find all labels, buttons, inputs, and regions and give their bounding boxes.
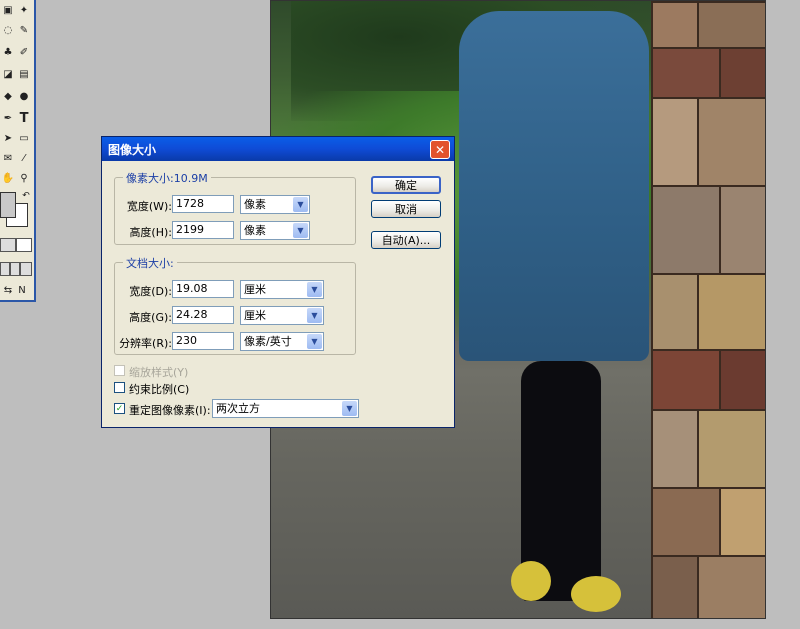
resolution-label: 分辨率(R): [119,337,172,350]
path-select-icon[interactable]: ➤ [0,130,16,146]
pixel-width-unit: 像素 [244,198,266,211]
pixel-width-input[interactable]: 1728 [172,195,234,213]
image-size-dialog: 图像大小 ✕ 像素大小:10.9M 宽度(W): 1728 像素 ▼ 高度(H)… [101,136,455,428]
lasso-icon[interactable]: ◌ [0,22,16,38]
auto-button[interactable]: 自动(A)... [371,231,441,249]
photo-shoe [571,576,621,612]
chevron-down-icon[interactable]: ▼ [307,308,322,323]
quick-mask-icon[interactable] [16,238,32,252]
photo-shoe [511,561,551,601]
scale-styles-label: 缩放样式(Y) [129,366,189,379]
gradient-icon[interactable]: ▤ [16,66,32,82]
blur-icon[interactable]: ◆ [0,88,16,104]
resample-checkbox[interactable]: ✓ [114,403,125,414]
foreground-color-swatch[interactable] [0,192,16,218]
dialog-titlebar[interactable]: 图像大小 ✕ [102,137,454,161]
magic-wand-icon[interactable]: ✦ [16,2,32,18]
pixel-height-label: 高度(H): [129,226,172,239]
resample-label: 重定图像像素(I): [129,404,211,417]
dialog-title: 图像大小 [108,143,157,157]
brush-icon[interactable]: ✎ [16,22,32,38]
resample-method-select[interactable]: 两次立方 ▼ [212,399,359,418]
resolution-unit: 像素/英寸 [244,335,292,348]
pixel-height-unit: 像素 [244,224,266,237]
pixel-dimensions-legend: 像素大小:10.9M [123,170,211,186]
chevron-down-icon[interactable]: ▼ [293,197,308,212]
doc-width-unit: 厘米 [244,283,266,296]
pixel-width-label: 宽度(W): [126,200,172,213]
swap-colors-icon[interactable]: ↶ [18,188,34,204]
doc-height-unit: 厘米 [244,309,266,322]
doc-width-unit-select[interactable]: 厘米 ▼ [240,280,324,299]
tools-palette: ▣ ✦ ◌ ✎ ♣ ✐ ◪ ▤ ◆ ● ✒ T ➤ ▭ ✉ ⁄ ✋ ⚲ ↶ ⇆ … [0,0,36,302]
screen-mode-full-icon[interactable] [20,262,32,276]
dodge-icon[interactable]: ● [16,88,32,104]
pen-icon[interactable]: ✒ [0,110,16,126]
chevron-down-icon[interactable]: ▼ [307,282,322,297]
workspace: ▣ ✦ ◌ ✎ ♣ ✐ ◪ ▤ ◆ ● ✒ T ➤ ▭ ✉ ⁄ ✋ ⚲ ↶ ⇆ … [0,0,800,629]
doc-height-label: 高度(G): [129,311,172,324]
constrain-proportions-checkbox[interactable] [114,382,125,393]
eraser-icon[interactable]: ◪ [0,66,16,82]
imageready-icon[interactable]: N [14,282,30,298]
doc-width-label: 宽度(D): [129,285,172,298]
photo-brick-pillar [651,1,765,618]
resample-method: 两次立方 [216,402,260,415]
constrain-proportions-label: 约束比例(C) [129,383,190,396]
resolution-input[interactable]: 230 [172,332,234,350]
standard-mode-icon[interactable] [0,238,16,252]
doc-width-input[interactable]: 19.08 [172,280,234,298]
pixel-height-input[interactable]: 2199 [172,221,234,239]
photo-person-dress [459,11,649,361]
close-icon[interactable]: ✕ [430,140,450,159]
chevron-down-icon[interactable]: ▼ [342,401,357,416]
pixel-height-unit-select[interactable]: 像素 ▼ [240,221,310,240]
doc-height-input[interactable]: 24.28 [172,306,234,324]
screen-mode-menu-icon[interactable] [10,262,20,276]
history-brush-icon[interactable]: ✐ [16,44,32,60]
zoom-icon[interactable]: ⚲ [16,170,32,186]
rectangle-icon[interactable]: ▭ [16,130,32,146]
document-size-legend: 文档大小: [123,255,177,271]
hand-icon[interactable]: ✋ [0,170,16,186]
doc-height-unit-select[interactable]: 厘米 ▼ [240,306,324,325]
resolution-unit-select[interactable]: 像素/英寸 ▼ [240,332,324,351]
scale-styles-checkbox[interactable] [114,365,125,376]
chevron-down-icon[interactable]: ▼ [307,334,322,349]
notes-icon[interactable]: ✉ [0,150,16,166]
cancel-button[interactable]: 取消 [371,200,441,218]
ok-button[interactable]: 确定 [371,176,441,194]
eyedropper-icon[interactable]: ⁄ [16,150,32,166]
move-icon[interactable]: ▣ [0,2,16,18]
screen-mode-standard-icon[interactable] [0,262,10,276]
chevron-down-icon[interactable]: ▼ [293,223,308,238]
stamp-icon[interactable]: ♣ [0,44,16,60]
type-icon[interactable]: T [16,110,32,126]
pixel-width-unit-select[interactable]: 像素 ▼ [240,195,310,214]
